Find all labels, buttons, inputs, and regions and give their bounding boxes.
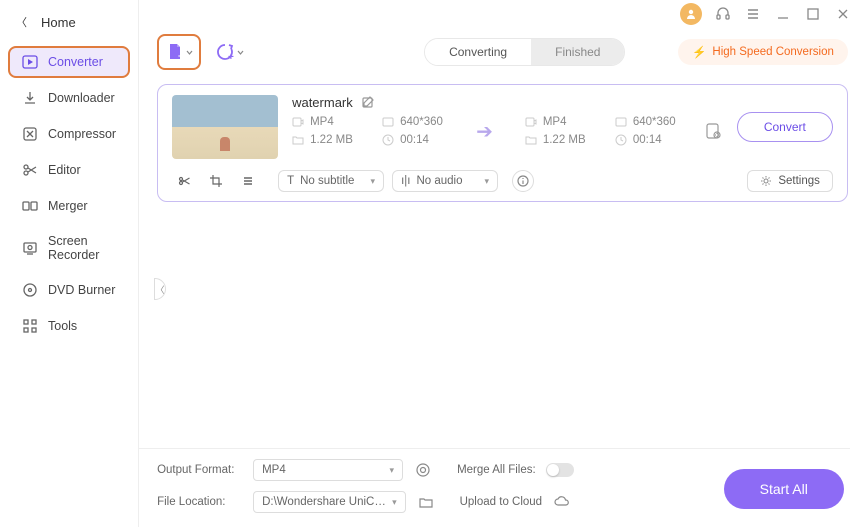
settings-button[interactable]: Settings: [747, 170, 833, 192]
dst-format: MP4: [543, 116, 567, 128]
sidebar-item-editor[interactable]: Editor: [8, 154, 130, 186]
tools-icon: [22, 318, 38, 334]
merge-toggle[interactable]: [546, 463, 574, 477]
file-location-select[interactable]: D:\Wondershare UniConverter 1 ▾: [253, 491, 406, 513]
src-size: 1.22 MB: [310, 134, 353, 146]
sidebar-item-label: Compressor: [48, 127, 116, 141]
chevron-down-icon: ▾: [392, 497, 397, 508]
effects-button[interactable]: [236, 169, 260, 193]
svg-text:+: +: [228, 52, 234, 62]
home-label: Home: [41, 15, 76, 30]
src-res: 640*360: [400, 116, 443, 128]
settings-label: Settings: [778, 175, 820, 187]
scissors-icon: [22, 162, 38, 178]
resolution-icon: [615, 116, 627, 128]
trim-button[interactable]: [172, 169, 196, 193]
merge-label: Merge All Files:: [457, 464, 536, 476]
sidebar-item-label: Editor: [48, 163, 81, 177]
convert-button[interactable]: Convert: [737, 112, 833, 142]
sidebar-item-merger[interactable]: Merger: [8, 190, 130, 222]
sidebar-item-downloader[interactable]: Downloader: [8, 82, 130, 114]
sidebar-item-label: Downloader: [48, 91, 115, 105]
audio-icon: ı|ı: [401, 175, 410, 187]
output-settings-button[interactable]: [413, 463, 433, 477]
open-folder-button[interactable]: [416, 495, 436, 509]
chevron-left-icon: 〈: [16, 14, 27, 30]
video-icon: [292, 116, 304, 128]
bolt-icon: ⚡: [692, 45, 706, 59]
crop-button[interactable]: [204, 169, 228, 193]
clock-icon: [615, 134, 627, 146]
dst-res: 640*360: [633, 116, 676, 128]
sidebar-item-label: Converter: [48, 55, 103, 69]
src-dur: 00:14: [400, 134, 429, 146]
converter-icon: [22, 54, 38, 70]
high-speed-badge[interactable]: ⚡ High Speed Conversion: [678, 39, 848, 65]
audio-select[interactable]: ı|ı No audio ▾: [392, 170, 498, 192]
task-card: watermark MP4 1.22 MB 640*360 00:14 ➔: [157, 84, 848, 202]
resolution-icon: [382, 116, 394, 128]
dst-dur: 00:14: [633, 134, 662, 146]
upload-label: Upload to Cloud: [460, 496, 542, 508]
file-plus-icon: +: [166, 43, 184, 61]
sidebar-item-compressor[interactable]: Compressor: [8, 118, 130, 150]
chevron-down-icon: [237, 49, 244, 56]
tab-finished[interactable]: Finished: [531, 39, 624, 65]
screen-recorder-icon: [22, 240, 38, 256]
merger-icon: [22, 198, 38, 214]
task-title: watermark: [292, 95, 353, 110]
arrow-right-icon: ➔: [472, 119, 497, 144]
folder-icon: [525, 134, 537, 146]
folder-icon: [292, 134, 304, 146]
close-icon[interactable]: [834, 5, 850, 23]
start-all-button[interactable]: Start All: [724, 469, 844, 509]
dst-size: 1.22 MB: [543, 134, 586, 146]
home-nav[interactable]: 〈 Home: [0, 8, 138, 36]
avatar[interactable]: [680, 3, 702, 25]
chevron-down-icon: ▾: [390, 465, 395, 476]
file-location-label: File Location:: [157, 496, 243, 508]
sidebar-item-label: DVD Burner: [48, 283, 115, 297]
menu-icon[interactable]: [744, 5, 762, 23]
minimize-icon[interactable]: [774, 5, 792, 23]
sidebar-item-label: Screen Recorder: [48, 234, 116, 262]
disc-icon: [22, 282, 38, 298]
headset-icon[interactable]: [714, 5, 732, 23]
file-location-value: D:\Wondershare UniConverter 1: [262, 496, 392, 508]
video-icon: [525, 116, 537, 128]
maximize-icon[interactable]: [804, 5, 822, 23]
add-url-button[interactable]: +: [215, 42, 244, 62]
video-thumbnail[interactable]: [172, 95, 278, 159]
sidebar-item-label: Tools: [48, 319, 77, 333]
sidebar-item-screen-recorder[interactable]: Screen Recorder: [8, 226, 130, 270]
chevron-down-icon: ▾: [485, 176, 490, 187]
chevron-down-icon: [186, 49, 193, 56]
sidebar-item-label: Merger: [48, 199, 88, 213]
output-settings-icon[interactable]: [705, 122, 723, 140]
edit-icon[interactable]: [361, 96, 375, 110]
output-format-label: Output Format:: [157, 464, 243, 476]
add-file-button[interactable]: +: [157, 34, 201, 70]
info-button[interactable]: [512, 170, 534, 192]
chevron-down-icon: ▾: [371, 176, 376, 187]
svg-text:+: +: [178, 51, 183, 61]
refresh-plus-icon: +: [215, 42, 235, 62]
speed-badge-label: High Speed Conversion: [712, 46, 833, 58]
clock-icon: [382, 134, 394, 146]
sidebar-item-dvd-burner[interactable]: DVD Burner: [8, 274, 130, 306]
output-format-select[interactable]: MP4 ▾: [253, 459, 403, 481]
audio-value: No audio: [416, 175, 462, 187]
download-icon: [22, 90, 38, 106]
cloud-icon[interactable]: [552, 495, 572, 509]
output-format-value: MP4: [262, 464, 286, 476]
tab-converting[interactable]: Converting: [425, 39, 531, 65]
sidebar-item-tools[interactable]: Tools: [8, 310, 130, 342]
src-format: MP4: [310, 116, 334, 128]
subtitle-select[interactable]: T No subtitle ▾: [278, 170, 384, 192]
gear-icon: [760, 175, 772, 187]
compressor-icon: [22, 126, 38, 142]
subtitle-icon: T: [287, 175, 294, 187]
sidebar-item-converter[interactable]: Converter: [8, 46, 130, 78]
subtitle-value: No subtitle: [300, 175, 354, 187]
